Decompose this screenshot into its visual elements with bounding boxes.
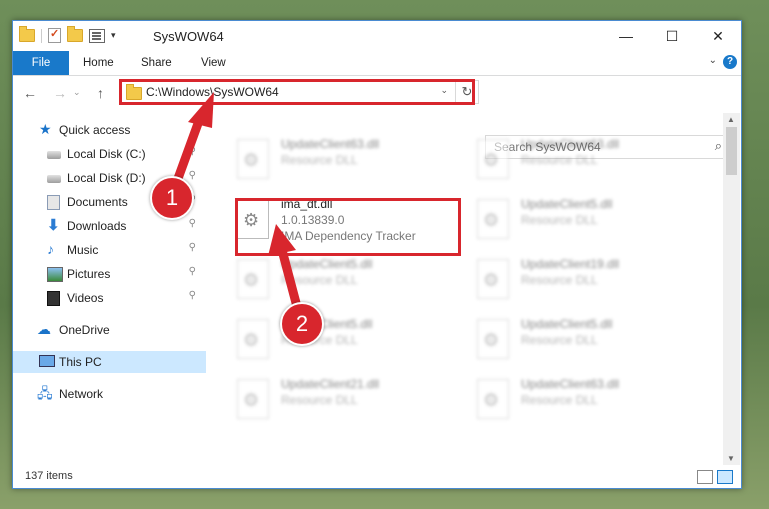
step-2-badge: 2 <box>280 302 324 346</box>
step-1-badge: 1 <box>150 176 194 220</box>
annotation-arrows <box>167 92 305 323</box>
